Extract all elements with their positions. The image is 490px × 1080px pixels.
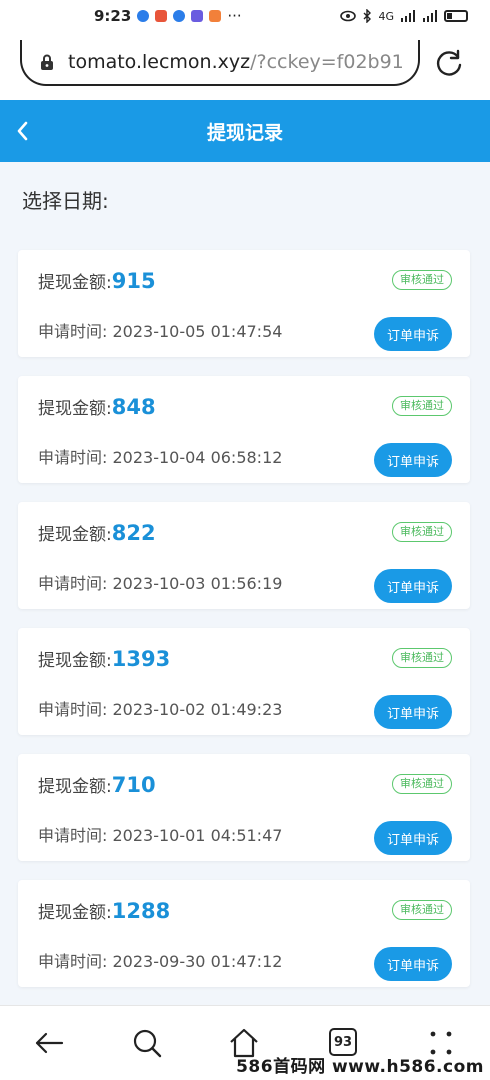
address-bar[interactable]: tomato.lecmon.xyz/?cckey=f02b91 [20, 40, 420, 86]
time-line: 申请时间: 2023-10-01 04:51:47 [38, 822, 282, 846]
complaint-button[interactable]: 订单申诉 [374, 695, 452, 729]
record-card: 提现金额:915 审核通过 申请时间: 2023-10-05 01:47:54 … [18, 250, 470, 357]
time-line: 申请时间: 2023-10-04 06:58:12 [38, 444, 282, 468]
search-icon[interactable] [130, 1026, 164, 1060]
status-more: ··· [227, 7, 242, 25]
arrow-left-icon[interactable] [32, 1026, 66, 1060]
time-line: 申请时间: 2023-10-02 01:49:23 [38, 696, 282, 720]
time-label: 申请时间: [38, 952, 108, 971]
status-right: 4G [340, 9, 468, 23]
time-line: 申请时间: 2023-10-03 01:56:19 [38, 570, 282, 594]
notification-app-icon [137, 10, 150, 22]
reload-icon[interactable] [434, 48, 464, 78]
amount-line: 提现金额:848 [38, 394, 156, 419]
url-host: tomato.lecmon.xyz [68, 51, 251, 73]
status-left: 9:23 ··· [94, 7, 242, 25]
record-card: 提现金额:848 审核通过 申请时间: 2023-10-04 06:58:12 … [18, 376, 470, 483]
status-badge: 审核通过 [392, 396, 452, 416]
amount-value: 1393 [111, 647, 171, 671]
notification-app-icon [209, 10, 222, 22]
apply-time: 2023-10-04 06:58:12 [112, 448, 283, 467]
app-header: 提现记录 [0, 100, 490, 162]
browser-toolbar: tomato.lecmon.xyz/?cckey=f02b91 [0, 32, 490, 100]
notification-app-icon [191, 10, 204, 22]
amount-label: 提现金额: [38, 651, 112, 671]
status-badge: 审核通过 [392, 270, 452, 290]
apply-time: 2023-09-30 01:47:12 [112, 952, 283, 971]
status-time: 9:23 [94, 7, 132, 25]
status-badge: 审核通过 [392, 522, 452, 542]
complaint-button[interactable]: 订单申诉 [374, 569, 452, 603]
amount-label: 提现金额: [38, 525, 112, 545]
amount-label: 提现金额: [38, 777, 112, 797]
amount-line: 提现金额:1288 [38, 898, 170, 923]
eye-icon [340, 10, 357, 22]
bluetooth-icon [363, 9, 372, 23]
amount-value: 915 [111, 269, 156, 293]
page-title: 提现记录 [206, 121, 283, 144]
amount-label: 提现金额: [38, 273, 112, 293]
apply-time: 2023-10-02 01:49:23 [112, 700, 283, 719]
date-filter[interactable]: 选择日期: [22, 185, 109, 214]
signal-icon [423, 10, 437, 22]
time-label: 申请时间: [38, 574, 108, 593]
record-card: 提现金额:1393 审核通过 申请时间: 2023-10-02 01:49:23… [18, 628, 470, 735]
battery-icon [444, 10, 468, 22]
browser-bottom-nav: 93 586首码网 www.h586.com [0, 1005, 490, 1080]
apply-time: 2023-10-03 01:56:19 [112, 574, 283, 593]
amount-value: 848 [111, 395, 156, 419]
amount-label: 提现金额: [38, 903, 112, 923]
url-text[interactable]: tomato.lecmon.xyz/?cckey=f02b91 [68, 51, 404, 73]
complaint-button[interactable]: 订单申诉 [374, 947, 452, 981]
network-label: 4G [378, 9, 394, 23]
time-label: 申请时间: [38, 448, 108, 467]
record-card: 提现金额:1288 审核通过 申请时间: 2023-09-30 01:47:12… [18, 880, 470, 987]
status-bar: 9:23 ··· 4G [0, 0, 490, 32]
notification-app-icon [173, 10, 186, 22]
amount-line: 提现金额:822 [38, 520, 156, 545]
back-icon[interactable] [14, 120, 32, 142]
status-badge: 审核通过 [392, 900, 452, 920]
record-card: 提现金额:710 审核通过 申请时间: 2023-10-01 04:51:47 … [18, 754, 470, 861]
amount-value: 710 [111, 773, 156, 797]
status-badge: 审核通过 [392, 648, 452, 668]
url-query: /?cckey=f02b91 [250, 51, 404, 73]
signal-icon [401, 10, 415, 22]
amount-value: 822 [111, 521, 156, 545]
complaint-button[interactable]: 订单申诉 [374, 821, 452, 855]
time-label: 申请时间: [38, 322, 108, 341]
complaint-button[interactable]: 订单申诉 [374, 317, 452, 351]
amount-line: 提现金额:1393 [38, 646, 170, 671]
apply-time: 2023-10-01 04:51:47 [112, 826, 283, 845]
time-line: 申请时间: 2023-10-05 01:47:54 [38, 318, 282, 342]
record-card: 提现金额:822 审核通过 申请时间: 2023-10-03 01:56:19 … [18, 502, 470, 609]
status-badge: 审核通过 [392, 774, 452, 794]
amount-label: 提现金额: [38, 399, 112, 419]
amount-value: 1288 [111, 899, 171, 923]
amount-line: 提现金额:710 [38, 772, 156, 797]
notification-app-icon [155, 10, 168, 22]
complaint-button[interactable]: 订单申诉 [374, 443, 452, 477]
time-label: 申请时间: [38, 700, 108, 719]
time-label: 申请时间: [38, 826, 108, 845]
apply-time: 2023-10-05 01:47:54 [112, 322, 283, 341]
amount-line: 提现金额:915 [38, 268, 156, 293]
watermark: 586首码网 www.h586.com [236, 1057, 484, 1077]
time-line: 申请时间: 2023-09-30 01:47:12 [38, 948, 282, 972]
lock-icon [41, 54, 53, 70]
